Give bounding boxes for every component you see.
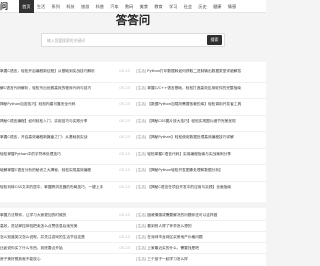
question-list-panel: 掌握C语言，轻松开启编程新征程】从基础到实战技巧解析 05-23 [生活]Pytho… (0, 62, 266, 202)
list-item-title[interactable]: 破解掌握C语言分析的秘诀之大揭秘，轻松实现高效编程 (0, 164, 112, 177)
list-item[interactable]: 轻松掌握Python中的字符串处理技巧 05-23 (0, 148, 131, 161)
question-list-panel-2: 掌握方法帮你，让学习大家更加的时候的 05-23 [生活]困难情感或需要解决的问题你… (0, 208, 266, 266)
list-item[interactable]: 揭秘Python加密技巧】轻松构建可靠安全代码 05-23 (0, 98, 131, 111)
category-tag[interactable]: [生活] (136, 86, 146, 90)
list-item-title[interactable]: 轻松玩转CSS文本的居中，掌握跨浏览器的布局技巧，一键上手 (0, 181, 112, 194)
category-tag[interactable]: [生活] (136, 213, 146, 217)
list-item-title[interactable]: 三个孩子一起学习怎么样 (147, 253, 266, 266)
list-item[interactable]: [生活]轻松掌握C语言代码】实用编程指南与实战案例分享 (136, 148, 266, 161)
list-item-date: 05-23 (119, 118, 130, 123)
list-item[interactable]: 房子美好照到就不能放心 (0, 253, 131, 266)
list-item-date: 05-23 (119, 168, 130, 172)
list-item-date: 05-23 (119, 184, 130, 189)
list-item[interactable]: [生活]掌握C/C++语言基础，轻松打造高效应用软件的完整指南 (136, 82, 266, 95)
category-tag[interactable]: [生活] (136, 185, 146, 189)
list-item[interactable]: [生活]Python打印数据转如何获取二进制输出数据类型详细解答 (136, 65, 266, 78)
list-item[interactable]: 轻松玩转CSS文本的居中，掌握跨浏览器的布局技巧，一键上手 05-23 (0, 181, 131, 194)
list-item-date: 05-23 (119, 85, 130, 90)
search-button[interactable]: 搜索 (207, 35, 222, 45)
divider (0, 98, 266, 99)
list-item-title[interactable]: 掌握C语言，开启高效编程新篇章之门：从基础到实战 (0, 131, 112, 144)
page-title: 答答问 (115, 13, 151, 27)
list-item-date: 05-23 (119, 135, 130, 139)
divider (0, 114, 266, 116)
list-item-date: 05-23 (119, 69, 130, 73)
divider (0, 231, 266, 232)
list-item-title[interactable]: 揭秘Python加密技巧】轻松构建可靠安全代码 (0, 98, 112, 111)
category-tag[interactable]: [生活] (136, 246, 146, 250)
list-item[interactable]: 破解掌握C语言分析的秘诀之大揭秘，轻松实现高效编程 05-23 (0, 164, 131, 177)
list-item-title[interactable]: 轻松掌握C语言代码】实用编程指南与实战案例分享 (147, 148, 266, 161)
list-item-title[interactable]: 【揭秘C语言在项目开发中的应用与实践】全面指南 (147, 181, 266, 194)
list-item-title[interactable]: 【揭秘Python】轻松使用数据处理高效编程技巧详解 (147, 131, 266, 144)
list-item-title[interactable]: 揭秘C语言编程】如何轻松入门，实用技巧与实践分享 (0, 115, 112, 128)
list-item-title[interactable]: 掌握C语言，轻松开启编程新征程】从基础到实战技巧解析 (0, 65, 112, 78)
list-item-title[interactable]: Python打印数据转如何获取二进制输出数据类型详细解答 (147, 65, 266, 78)
list-item-title[interactable]: 房子美好照到就不能放心 (0, 253, 112, 266)
divider (0, 147, 266, 149)
category-tag[interactable]: [生活] (136, 152, 146, 156)
list-item[interactable]: [生活]【揭秘Python】轻松使用数据处理高效编程技巧详解 (136, 131, 266, 144)
category-tag[interactable]: [生活] (136, 119, 146, 123)
list-item[interactable]: 掌握C语言，开启高效编程新篇章之门：从基础到实战 05-23 (0, 131, 131, 144)
list-item[interactable]: 解C语言代码解析，轻松写出优雅高效的程序代码与技巧 05-23 (0, 82, 131, 95)
list-item-date: 05-23 (119, 102, 130, 106)
list-item-title[interactable]: 【揭秘CSS图片放大技巧】轻松实现图片细节完美呈现 (147, 115, 266, 128)
list-item[interactable]: [生活]【揭秘Python轻松开发图像处理和数据分析】 (136, 164, 266, 177)
list-item[interactable]: [生活]三个孩子一起学习怎么样 (136, 253, 266, 266)
divider (0, 164, 266, 165)
list-item[interactable]: [生活]【数据Python加载所需要依赖的库】轻松调用开发者工具 (136, 98, 266, 111)
category-tag[interactable]: [生活] (136, 235, 146, 239)
category-tag[interactable]: [生活] (136, 224, 146, 228)
category-tag[interactable]: [生活] (136, 102, 146, 106)
category-tag[interactable]: [生活] (136, 168, 146, 172)
list-item-title[interactable]: 【揭秘Python轻松开发图像处理和数据分析】 (147, 164, 266, 177)
list-item[interactable]: 揭秘C语言编程】如何轻松入门，实用技巧与实践分享 05-23 (0, 115, 131, 128)
divider (0, 81, 266, 83)
list-item-title[interactable]: 解C语言代码解析，轻松写出优雅高效的程序代码与技巧 (0, 82, 112, 95)
divider (0, 220, 266, 221)
divider (0, 253, 266, 254)
divider (0, 131, 266, 132)
divider (0, 180, 266, 182)
list-item[interactable]: [生活]【揭秘CSS图片放大技巧】轻松实现图片细节完美呈现 (136, 115, 266, 128)
search-input[interactable] (47, 34, 197, 46)
search-box (41, 33, 225, 47)
category-tag[interactable]: [生活] (136, 135, 146, 139)
list-item-date: 05-23 (119, 151, 130, 156)
divider (0, 242, 266, 243)
list-item-title[interactable]: 【数据Python加载所需要依赖的库】轻松调用开发者工具 (147, 98, 266, 111)
list-item-title[interactable]: 掌握C/C++语言基础，轻松打造高效应用软件的完整指南 (147, 82, 266, 95)
list-item[interactable]: [生活]【揭秘C语言在项目开发中的应用与实践】全面指南 (136, 181, 266, 194)
category-tag[interactable]: [生活] (136, 69, 146, 73)
list-item-title[interactable]: 轻松掌握Python中的字符串处理技巧 (0, 148, 112, 161)
list-item[interactable]: 掌握C语言，轻松开启编程新征程】从基础到实战技巧解析 05-23 (0, 65, 131, 78)
category-tag[interactable]: [生活] (136, 257, 146, 261)
